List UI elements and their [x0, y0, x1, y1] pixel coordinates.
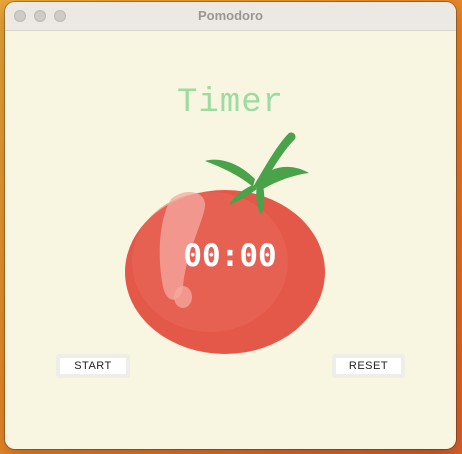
app-window: Pomodoro Timer 00:00 START RESET [5, 2, 456, 449]
timer-heading: Timer [176, 84, 285, 122]
reset-button[interactable]: RESET [332, 354, 405, 378]
title-bar: Pomodoro [5, 2, 456, 31]
timer-display: 00:00 [183, 238, 277, 274]
window-title: Pomodoro [198, 8, 263, 23]
start-button[interactable]: START [56, 354, 130, 378]
